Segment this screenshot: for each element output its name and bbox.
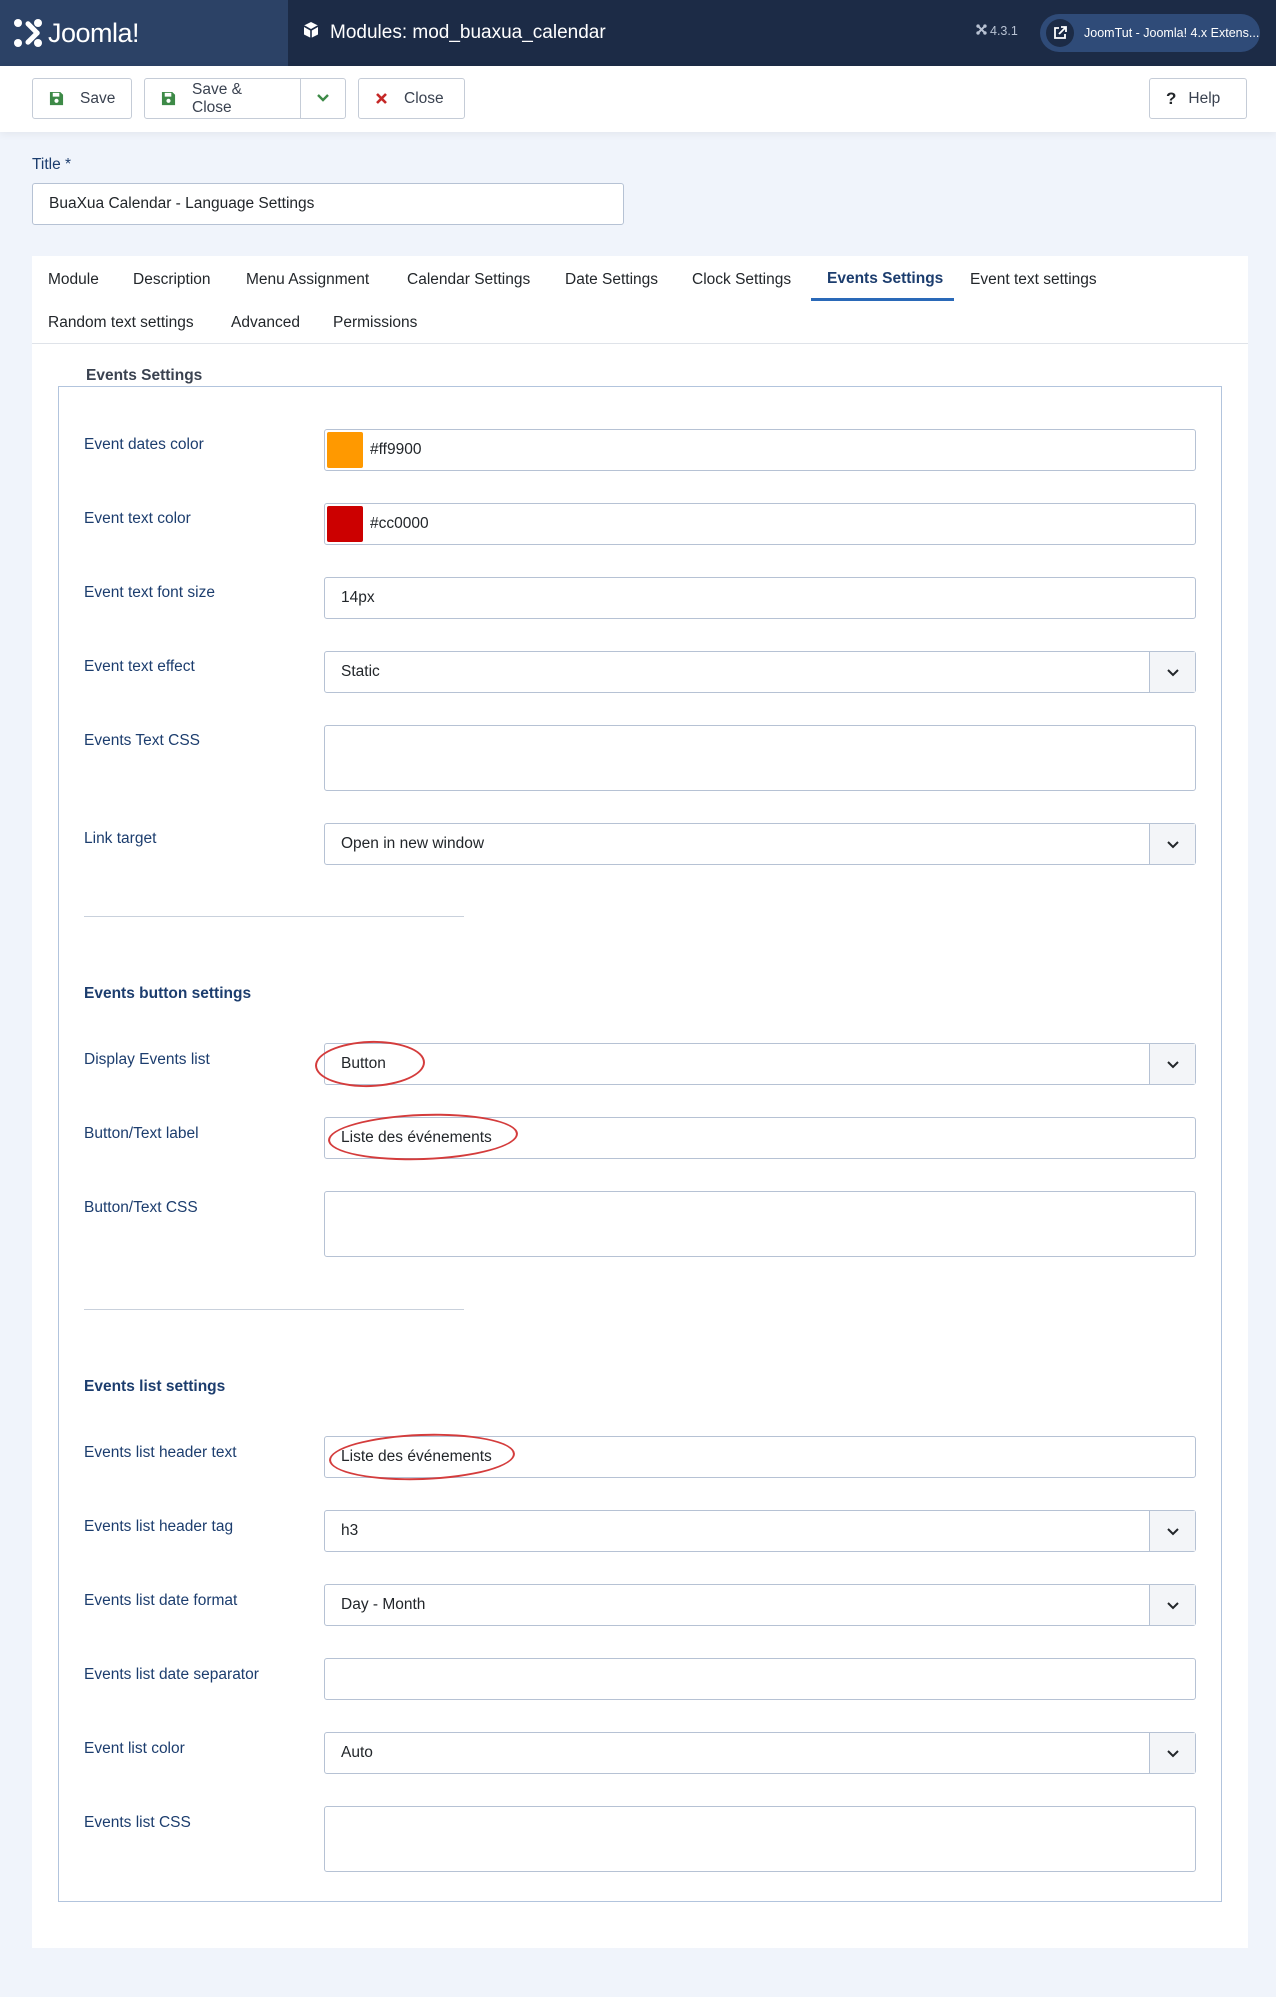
button-text-label-input[interactable]: Liste des événements (324, 1117, 1196, 1159)
page-title-text: Modules: mod_buaxua_calendar (330, 22, 606, 43)
events-list-header-tag-select[interactable]: h3 (324, 1510, 1196, 1552)
events-button-settings-heading: Events button settings (84, 985, 252, 1002)
chevron-down-icon (1149, 1511, 1195, 1551)
close-button[interactable]: Close (358, 78, 465, 119)
events-list-date-separator-input[interactable] (324, 1658, 1196, 1700)
tab-date-settings[interactable]: Date Settings (549, 259, 674, 301)
save-close-button[interactable]: Save & Close (144, 78, 301, 119)
tab-permissions[interactable]: Permissions (317, 302, 433, 344)
title-label: Title * (32, 156, 72, 173)
chevron-down-icon (1149, 1044, 1195, 1084)
save-label: Save (80, 89, 116, 107)
tab-description[interactable]: Description (117, 259, 227, 301)
event-text-color-value: #cc0000 (370, 515, 429, 532)
link-target-select[interactable]: Open in new window (324, 823, 1196, 865)
tab-module[interactable]: Module (32, 259, 115, 301)
event-dates-color-input[interactable]: #ff9900 (324, 429, 1196, 471)
event-font-size-input[interactable]: 14px (324, 577, 1196, 619)
help-button[interactable]: ? Help (1149, 78, 1247, 119)
event-list-color-value: Auto (341, 1744, 373, 1761)
events-list-date-format-label: Events list date format (84, 1592, 238, 1609)
version-text: 4.3.1 (990, 24, 1018, 38)
color-swatch[interactable] (327, 506, 363, 542)
events-list-date-format-value: Day - Month (341, 1596, 426, 1613)
event-text-color-input[interactable]: #cc0000 (324, 503, 1196, 545)
chevron-down-icon (1149, 652, 1195, 692)
tab-menu-assignment[interactable]: Menu Assignment (230, 259, 385, 301)
brand[interactable]: Joomla! (0, 0, 288, 66)
tab-events-settings[interactable]: Events Settings (811, 259, 954, 301)
events-list-date-separator-label: Events list date separator (84, 1666, 259, 1683)
floppy-disk-icon (161, 91, 176, 106)
button-text-css-label: Button/Text CSS (84, 1199, 198, 1216)
title-input[interactable]: BuaXua Calendar - Language Settings (32, 183, 624, 225)
events-list-header-text-value: Liste des événements (341, 1448, 492, 1465)
events-list-header-tag-label: Events list header tag (84, 1518, 234, 1535)
close-icon (375, 92, 388, 105)
tab-random-text-settings[interactable]: Random text settings (32, 302, 210, 344)
brand-name: Joomla! (48, 17, 140, 48)
version-badge: 4.3.1 (976, 24, 1018, 38)
external-link-icon (1046, 19, 1074, 47)
button-text-css-textarea[interactable] (324, 1191, 1196, 1257)
help-label: Help (1188, 89, 1221, 107)
user-site-link[interactable]: JoomTut - Joomla! 4.x Extens... (1040, 14, 1260, 52)
events-list-date-format-select[interactable]: Day - Month (324, 1584, 1196, 1626)
chevron-down-icon (1149, 1733, 1195, 1773)
tab-bar: Module Description Menu Assignment Calen… (32, 256, 1248, 344)
event-text-color-label: Event text color (84, 510, 191, 527)
chevron-down-icon (316, 90, 330, 108)
chevron-down-icon (1149, 1585, 1195, 1625)
user-site-label: JoomTut - Joomla! 4.x Extens... (1084, 26, 1260, 40)
divider (84, 916, 464, 917)
event-list-color-label: Event list color (84, 1740, 185, 1757)
event-font-size-label: Event text font size (84, 584, 215, 601)
button-text-label-label: Button/Text label (84, 1125, 199, 1142)
save-options-dropdown[interactable] (300, 78, 346, 119)
events-text-css-label: Events Text CSS (84, 732, 201, 749)
chevron-down-icon (1149, 824, 1195, 864)
save-close-label: Save & Close (192, 80, 242, 116)
color-swatch[interactable] (327, 432, 363, 468)
tab-event-text-settings[interactable]: Event text settings (954, 259, 1113, 301)
events-list-css-textarea[interactable] (324, 1806, 1196, 1872)
close-label: Close (404, 89, 444, 107)
events-list-header-tag-value: h3 (341, 1522, 359, 1539)
event-text-effect-select[interactable]: Static (324, 651, 1196, 693)
event-dates-color-value: #ff9900 (370, 441, 422, 458)
divider (84, 1309, 464, 1310)
events-list-header-text-input[interactable]: Liste des événements (324, 1436, 1196, 1478)
tab-advanced[interactable]: Advanced (215, 302, 316, 344)
button-text-label-value: Liste des événements (341, 1129, 492, 1146)
events-list-header-text-label: Events list header text (84, 1444, 237, 1461)
tab-calendar-settings[interactable]: Calendar Settings (391, 259, 546, 301)
event-list-color-select[interactable]: Auto (324, 1732, 1196, 1774)
floppy-disk-icon (49, 91, 64, 106)
link-target-label: Link target (84, 830, 157, 847)
event-dates-color-label: Event dates color (84, 436, 204, 453)
cube-icon (302, 21, 320, 45)
toolbar: Save Save & Close Close ? Help (0, 66, 1276, 132)
event-text-effect-label: Event text effect (84, 658, 195, 675)
events-list-css-label: Events list CSS (84, 1814, 191, 1831)
joomla-small-icon (976, 24, 987, 38)
events-list-settings-heading: Events list settings (84, 1378, 226, 1395)
question-icon: ? (1166, 88, 1177, 108)
events-settings-legend: Events Settings (74, 367, 215, 385)
display-events-list-select[interactable]: Button (324, 1043, 1196, 1085)
joomla-logo-icon (12, 17, 44, 49)
event-text-effect-value: Static (341, 663, 380, 680)
display-events-list-label: Display Events list (84, 1051, 210, 1068)
tab-clock-settings[interactable]: Clock Settings (676, 259, 807, 301)
link-target-value: Open in new window (341, 835, 485, 852)
display-events-list-value: Button (341, 1055, 386, 1072)
page-title: Modules: mod_buaxua_calendar (302, 0, 606, 66)
top-header: Joomla! Modules: mod_buaxua_calendar 4.3… (0, 0, 1276, 66)
events-text-css-textarea[interactable] (324, 725, 1196, 791)
save-button[interactable]: Save (32, 78, 132, 119)
